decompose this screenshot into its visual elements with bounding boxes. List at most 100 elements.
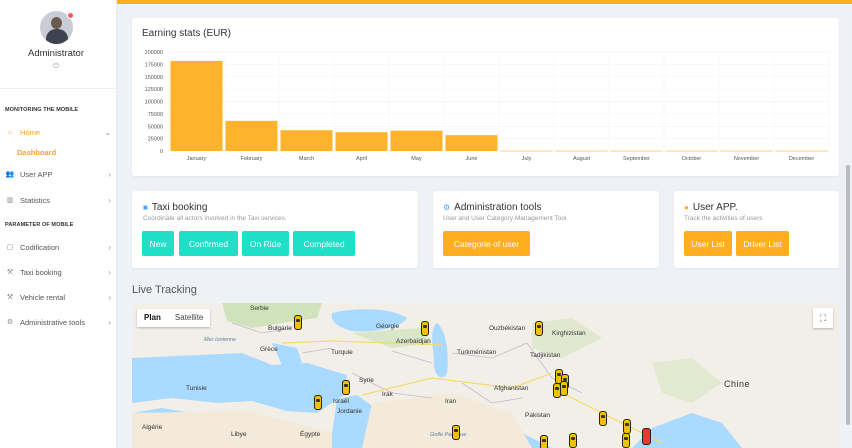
taxi-windshield [571, 437, 575, 440]
taxi-marker-icon[interactable] [342, 380, 350, 395]
card-title: ■ Taxi booking [143, 202, 207, 213]
new-button[interactable]: New [142, 231, 174, 256]
taxi-windshield [555, 387, 559, 390]
bar[interactable] [720, 150, 773, 152]
x-tick-label: September [623, 156, 650, 162]
map-label: Iran [445, 398, 457, 405]
map-label: Afghanistan [494, 385, 529, 392]
y-tick-label: 100000 [145, 100, 163, 106]
user-list-button[interactable]: User List [684, 231, 732, 256]
completed-button[interactable]: Completed [293, 231, 355, 256]
card-subtitle: User and User Category Management Tool [443, 215, 567, 222]
bar[interactable] [555, 150, 608, 152]
taxi-booking-card: ■ Taxi booking Coordinate all actors inv… [132, 191, 418, 268]
power-icon[interactable]: ⏻ [52, 63, 60, 71]
bar[interactable] [610, 150, 663, 152]
x-tick-label: March [299, 156, 314, 162]
map-label: Syrie [359, 377, 374, 384]
taxi-windshield [454, 429, 458, 432]
taxi-windshield [316, 399, 320, 402]
taxi-marker-icon[interactable] [599, 411, 607, 426]
taxi-windshield [625, 423, 629, 426]
user-icon: ● [684, 203, 689, 212]
map-label: Bulgarie [268, 325, 292, 332]
sidebar-item-label: User APP [20, 169, 53, 179]
confirmed-button[interactable]: Confirmed [179, 231, 238, 256]
earning-chart: 200000 175000 150000 125000 100000 75000 50000… [145, 50, 830, 162]
taxi-marker-icon[interactable] [560, 381, 568, 396]
taxi-marker-icon[interactable] [535, 321, 543, 336]
sidebar-subitem-dashboard[interactable]: Dashboard [17, 148, 56, 157]
chevron-right-icon: › [108, 317, 111, 327]
map-label: Turquie [331, 349, 353, 356]
earning-stats-card: Earning stats (EUR) 200000 175000 150000 12… [132, 18, 839, 176]
taxi-windshield [601, 415, 605, 418]
bar[interactable] [280, 130, 333, 151]
live-tracking-title: Live Tracking [132, 284, 197, 296]
sidebar-item-taxi-booking[interactable]: ⚒ Taxi booking › [0, 263, 117, 281]
card-subtitle: Coordinate all actors involved in the Ta… [143, 215, 287, 222]
y-tick-label: 75000 [148, 112, 163, 118]
bar[interactable] [445, 135, 498, 151]
x-tick-label: June [466, 156, 478, 162]
taxi-marker-icon[interactable] [314, 395, 322, 410]
category-of-user-button[interactable]: Categorie of user [443, 231, 530, 256]
taxi-windshield [537, 325, 541, 328]
sidebar-item-vehicle-rental[interactable]: ⚒ Vehicle rental › [0, 288, 117, 306]
map-label: Tunisie [186, 385, 207, 392]
gear-icon: ⚙ [6, 319, 14, 326]
taxi-windshield [344, 384, 348, 387]
map-label: Serbie [250, 305, 269, 312]
user-app-card: ● User APP. Track the activities of user… [674, 191, 839, 268]
map-label: Géorgie [376, 323, 400, 330]
chevron-right-icon: › [108, 242, 111, 252]
bar[interactable] [775, 150, 828, 152]
sidebar-item-statistics[interactable]: ▥ Statistics › [0, 191, 117, 209]
map-terrain [132, 303, 839, 448]
card-title: ● User APP. [684, 202, 738, 213]
taxi-marker-icon[interactable] [623, 419, 631, 434]
on-ride-button[interactable]: On Ride [242, 231, 289, 256]
user-name: Administrator [28, 48, 84, 59]
card-title-text: User APP. [692, 202, 738, 213]
taxi-marker-icon[interactable] [452, 425, 460, 440]
administration-tools-card: ⚙ Administration tools User and User Cat… [433, 191, 659, 268]
map-type-toggle: Plan Satellite [137, 309, 211, 327]
map-type-plan[interactable]: Plan [137, 309, 168, 327]
y-tick-label: 25000 [148, 137, 163, 143]
sidebar-item-administrative-tools[interactable]: ⚙ Administrative tools › [0, 313, 117, 331]
x-tick-label: January [187, 156, 207, 162]
taxi-marker-icon[interactable] [569, 433, 577, 448]
map-type-satellite[interactable]: Satellite [168, 309, 210, 327]
taxi-windshield [296, 319, 300, 322]
card-title-text: Taxi booking [151, 202, 208, 213]
y-tick-label: 0 [160, 149, 163, 155]
taxi-marker-icon[interactable] [294, 315, 302, 330]
sidebar-item-home[interactable]: ⌂ Home ⌄ [0, 123, 117, 141]
scrollbar[interactable] [846, 165, 850, 425]
taxi-marker-icon[interactable] [540, 435, 548, 448]
bar[interactable] [390, 130, 443, 151]
driver-list-button[interactable]: Driver List [736, 231, 789, 256]
bar[interactable] [665, 150, 718, 152]
map-label: Turkménistan [457, 349, 497, 356]
y-tick-label: 125000 [145, 87, 163, 93]
map-label: Mer Ionienne [204, 337, 237, 343]
sidebar-item-user-app[interactable]: 👥 User APP › [0, 165, 117, 183]
sidebar-item-label: Codification [20, 242, 60, 252]
wrench-icon: ⚒ [6, 294, 14, 301]
bar[interactable] [170, 60, 223, 151]
y-tick-label: 150000 [145, 75, 163, 81]
taxi-windshield [423, 325, 427, 328]
sidebar-item-codification[interactable]: ▢ Codification › [0, 238, 117, 256]
fullscreen-icon[interactable]: ⛶ [813, 308, 833, 328]
bar[interactable] [500, 150, 553, 152]
live-tracking-map[interactable]: Serbie Bulgarie Grèce Turquie Géorgie Az… [132, 303, 839, 448]
taxi-marker-icon[interactable] [622, 433, 630, 448]
selected-taxi-marker-icon[interactable] [642, 428, 651, 445]
y-tick-label: 175000 [145, 62, 163, 68]
bar[interactable] [225, 120, 278, 151]
map-label: Ouzbékistan [489, 325, 526, 332]
taxi-marker-icon[interactable] [421, 321, 429, 336]
bar[interactable] [335, 132, 388, 151]
